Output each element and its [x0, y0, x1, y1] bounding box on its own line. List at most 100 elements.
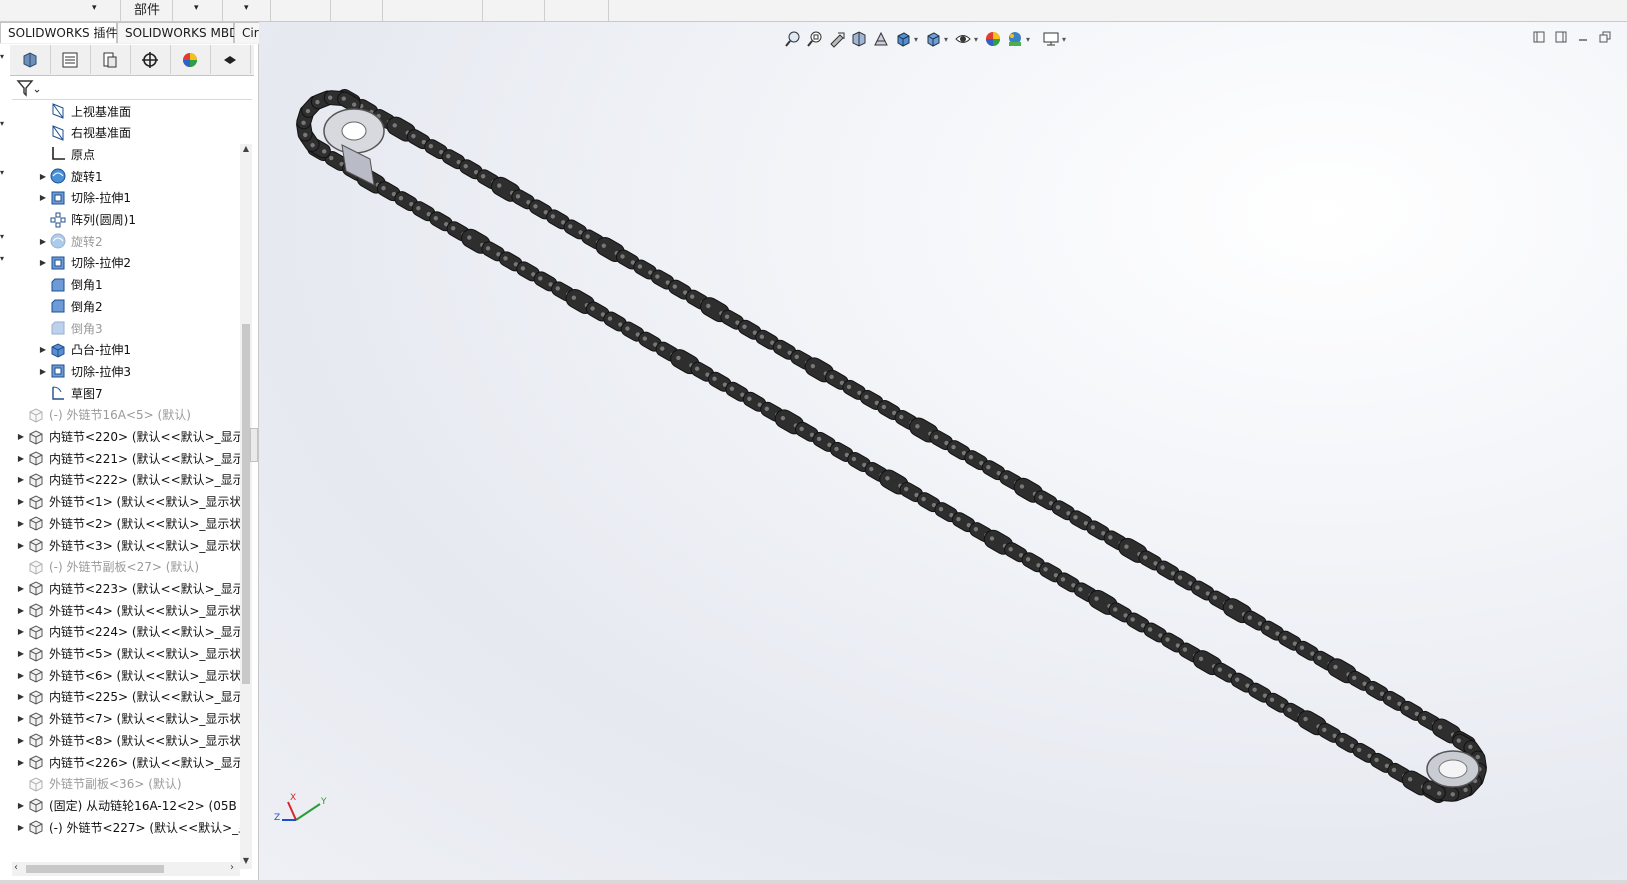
tree-item[interactable]: ▶ (固定) 从动链轮16A-12<2> (05B: [0, 794, 246, 816]
tree-item[interactable]: ▶ 内链节<225> (默认<<默认>_显示: [0, 686, 246, 708]
tab-solidworks-addins[interactable]: SOLIDWORKS 插件: [0, 22, 117, 43]
expand-arrow-icon[interactable]: ▶: [16, 432, 26, 441]
tree-item[interactable]: 阵列(圆周)1: [0, 209, 246, 231]
tree-item[interactable]: ▶ 外链节<4> (默认<<默认>_显示状: [0, 599, 246, 621]
tree-item[interactable]: ▶ 外链节<5> (默认<<默认>_显示状: [0, 643, 246, 665]
expand-arrow-icon[interactable]: ▶: [38, 237, 48, 246]
tree-item[interactable]: ▶ 外链节<7> (默认<<默认>_显示状: [0, 708, 246, 730]
expand-arrow-icon[interactable]: ▶: [16, 606, 26, 615]
tree-item[interactable]: ▶ 外链节<1> (默认<<默认>_显示状: [0, 491, 246, 513]
tree-item[interactable]: ▶ (-) 外链节<227> (默认<<默认>_显: [0, 816, 246, 838]
tree-item[interactable]: ▶ 切除-拉伸2: [0, 252, 246, 274]
expand-arrow-icon[interactable]: ▶: [16, 714, 26, 723]
tree-item[interactable]: ▶ 内链节<224> (默认<<默认>_显示: [0, 621, 246, 643]
expand-arrow-icon[interactable]: ▶: [16, 801, 26, 810]
tree-vertical-scrollbar[interactable]: ▲ ▼: [240, 144, 252, 869]
tree-item[interactable]: (-) 外链节16A<5> (默认): [0, 404, 246, 426]
expand-arrow-icon[interactable]: ▶: [16, 823, 26, 832]
expand-arrow-icon[interactable]: ▶: [16, 475, 26, 484]
tree-item[interactable]: (-) 外链节副板<27> (默认): [0, 556, 246, 578]
feature-manager-tab[interactable]: [10, 45, 51, 74]
filter-icon[interactable]: [16, 78, 42, 98]
display-style-button[interactable]: [922, 28, 944, 50]
expand-arrow-icon[interactable]: ▶: [16, 497, 26, 506]
tree-item[interactable]: ▶ 内链节<223> (默认<<默认>_显示: [0, 577, 246, 599]
tree-horizontal-scrollbar[interactable]: ‹ ›: [12, 862, 240, 876]
expand-arrow-icon[interactable]: ▶: [38, 258, 48, 267]
graphics-area[interactable]: [259, 22, 1627, 884]
scroll-thumb[interactable]: [242, 324, 250, 684]
panel-splitter-handle[interactable]: [250, 428, 258, 462]
scroll-thumb[interactable]: [26, 865, 164, 873]
dropdown-arrow-icon[interactable]: ▾: [944, 35, 952, 44]
expand-arrow-icon[interactable]: ▶: [16, 671, 26, 680]
expand-arrow-icon[interactable]: ▶: [38, 367, 48, 376]
tree-item[interactable]: 原点: [0, 143, 246, 165]
expand-arrow-icon[interactable]: ▶: [38, 172, 48, 181]
tab-solidworks-mbd[interactable]: SOLIDWORKS MBD: [117, 22, 238, 43]
zoom-to-fit-button[interactable]: [782, 28, 804, 50]
scroll-left-icon[interactable]: ‹: [14, 862, 18, 873]
expand-arrow-icon[interactable]: ▶: [16, 519, 26, 528]
tree-item[interactable]: ▶ 切除-拉伸1: [0, 187, 246, 209]
dynamic-annotation-button[interactable]: [870, 28, 892, 50]
chain-model[interactable]: [259, 22, 1627, 884]
restore-button[interactable]: [1598, 30, 1612, 44]
expand-arrow-icon[interactable]: ▶: [16, 627, 26, 636]
tree-item[interactable]: 倒角2: [0, 295, 246, 317]
hide-show-items-button[interactable]: [952, 28, 974, 50]
tree-item[interactable]: 倒角1: [0, 274, 246, 296]
expand-arrow-icon[interactable]: ▶: [38, 345, 48, 354]
tree-item[interactable]: ▶ 外链节<2> (默认<<默认>_显示状: [0, 512, 246, 534]
tree-item[interactable]: 草图7: [0, 382, 246, 404]
tree-item[interactable]: ▶ 旋转1: [0, 165, 246, 187]
tree-item[interactable]: ▶ 凸台-拉伸1: [0, 339, 246, 361]
expand-arrow-icon[interactable]: ▶: [16, 649, 26, 658]
previous-view-button[interactable]: [826, 28, 848, 50]
apply-scene-button[interactable]: [1004, 28, 1026, 50]
dropdown-arrow-icon[interactable]: ▾: [92, 3, 97, 13]
dropdown-arrow-icon[interactable]: ▾: [1026, 35, 1034, 44]
tree-item[interactable]: 右视基准面: [0, 122, 246, 144]
scroll-right-icon[interactable]: ›: [230, 862, 234, 873]
scroll-down-icon[interactable]: ▼: [241, 856, 251, 865]
section-view-button[interactable]: [848, 28, 870, 50]
dimxpert-manager-tab[interactable]: [130, 45, 171, 74]
minimize-button[interactable]: [1576, 30, 1590, 44]
tree-item[interactable]: 倒角3: [0, 317, 246, 339]
configuration-manager-tab[interactable]: [90, 45, 131, 74]
tree-item[interactable]: ▶ 内链节<220> (默认<<默认>_显示: [0, 426, 246, 448]
tree-item[interactable]: 外链节副板<36> (默认): [0, 773, 246, 795]
cam-manager-tab[interactable]: [210, 45, 251, 74]
tree-item[interactable]: ▶ 内链节<226> (默认<<默认>_显示: [0, 751, 246, 773]
expand-arrow-icon[interactable]: ▶: [16, 454, 26, 463]
expand-arrow-icon[interactable]: ▶: [16, 541, 26, 550]
tree-item[interactable]: ▶ 内链节<221> (默认<<默认>_显示: [0, 447, 246, 469]
view-settings-button[interactable]: [1040, 28, 1062, 50]
view-orientation-button[interactable]: [892, 28, 914, 50]
dropdown-arrow-icon[interactable]: ▾: [194, 3, 199, 13]
zoom-to-area-button[interactable]: [804, 28, 826, 50]
tree-item[interactable]: ▶ 外链节<6> (默认<<默认>_显示状: [0, 664, 246, 686]
property-manager-tab[interactable]: [50, 45, 91, 74]
tree-item[interactable]: ▶ 切除-拉伸3: [0, 360, 246, 382]
tile-left-button[interactable]: [1532, 30, 1546, 44]
expand-arrow-icon[interactable]: ▶: [16, 692, 26, 701]
tree-item[interactable]: ▶ 旋转2: [0, 230, 246, 252]
tree-item[interactable]: ▶ 外链节<3> (默认<<默认>_显示状: [0, 534, 246, 556]
tile-right-button[interactable]: [1554, 30, 1568, 44]
display-manager-tab[interactable]: [170, 45, 211, 74]
tree-item[interactable]: 上视基准面: [0, 100, 246, 122]
dropdown-arrow-icon[interactable]: ▾: [974, 35, 982, 44]
expand-arrow-icon[interactable]: ▶: [16, 758, 26, 767]
expand-arrow-icon[interactable]: ▶: [16, 736, 26, 745]
tree-item[interactable]: ▶ 外链节<8> (默认<<默认>_显示状: [0, 729, 246, 751]
expand-arrow-icon[interactable]: ▶: [16, 584, 26, 593]
tree-item[interactable]: ▶ 内链节<222> (默认<<默认>_显示: [0, 469, 246, 491]
expand-arrow-icon[interactable]: ▶: [38, 193, 48, 202]
part-label[interactable]: 部件: [134, 0, 160, 18]
dropdown-arrow-icon[interactable]: ▾: [914, 35, 922, 44]
dropdown-arrow-icon[interactable]: ▾: [244, 3, 249, 13]
edit-appearance-button[interactable]: [982, 28, 1004, 50]
scroll-up-icon[interactable]: ▲: [241, 144, 251, 153]
